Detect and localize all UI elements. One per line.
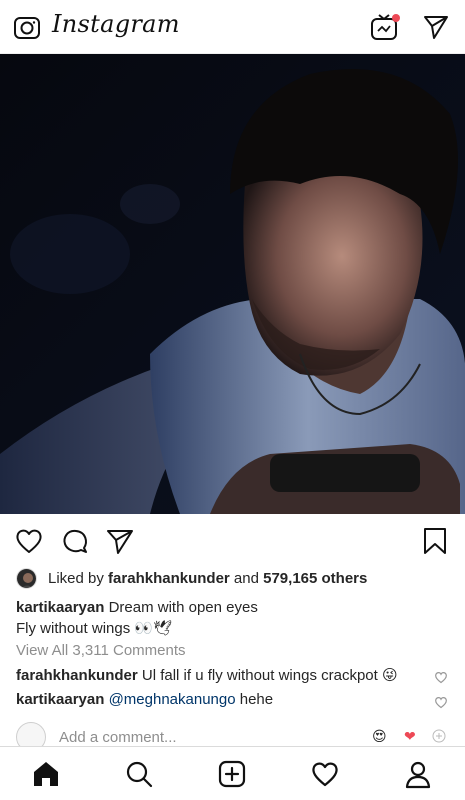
heart-icon[interactable] bbox=[14, 526, 44, 556]
notification-dot bbox=[392, 14, 400, 22]
paper-plane-icon[interactable] bbox=[422, 13, 450, 41]
comment-mention[interactable]: @meghnakanungo bbox=[109, 691, 236, 708]
likes-count-link[interactable]: 579,165 others bbox=[263, 570, 367, 587]
bottom-tab-bar bbox=[0, 746, 465, 800]
like-comment-icon[interactable] bbox=[434, 670, 448, 684]
comment-username[interactable]: farahkhankunder bbox=[16, 667, 138, 684]
caption-username[interactable]: kartikaaryan bbox=[16, 599, 104, 616]
share-icon[interactable] bbox=[105, 526, 135, 556]
likes-text: Liked by farahkhankunder and 579,165 oth… bbox=[48, 570, 368, 587]
post-actions bbox=[0, 514, 465, 566]
igtv-icon[interactable] bbox=[368, 12, 402, 42]
post-caption: kartikaaryan Dream with open eyes Fly wi… bbox=[16, 597, 456, 639]
comment-row: kartikaaryan @meghnakanungo hehe bbox=[16, 691, 456, 711]
comment-row: farahkhankunder Ul fall if u fly without… bbox=[16, 666, 456, 686]
comment-emoji: 😜 bbox=[381, 667, 398, 684]
comment-icon[interactable] bbox=[60, 526, 90, 556]
activity-icon[interactable] bbox=[310, 759, 340, 789]
likes-row: Liked by farahkhankunder and 579,165 oth… bbox=[16, 567, 456, 591]
new-post-icon[interactable] bbox=[217, 759, 247, 789]
caption-line-1: Dream with open eyes bbox=[108, 599, 258, 616]
quick-emoji-heart[interactable]: ❤ bbox=[404, 728, 416, 745]
comment-text: hehe bbox=[239, 691, 274, 708]
caption-emoji: 👀🕊 bbox=[134, 620, 173, 637]
post-photo[interactable] bbox=[0, 54, 465, 514]
app-logo[interactable]: Instagram bbox=[52, 10, 180, 38]
avatar[interactable] bbox=[16, 568, 37, 589]
profile-icon[interactable] bbox=[403, 759, 433, 789]
comment-username[interactable]: kartikaaryan bbox=[16, 691, 104, 708]
comment-text: Ul fall if u fly without wings crackpot bbox=[141, 667, 378, 684]
home-icon[interactable] bbox=[31, 759, 61, 789]
add-comment-input[interactable]: Add a comment... bbox=[59, 729, 177, 746]
camera-icon[interactable] bbox=[12, 12, 42, 42]
liked-by-user-link[interactable]: farahkhankunder bbox=[108, 570, 230, 587]
top-bar: Instagram bbox=[0, 0, 465, 54]
plus-circle-icon[interactable] bbox=[432, 729, 446, 743]
quick-emoji-heart-eyes[interactable]: 😍 bbox=[372, 728, 387, 745]
bookmark-icon[interactable] bbox=[420, 526, 450, 556]
view-all-comments-link[interactable]: View All 3,311 Comments bbox=[16, 642, 186, 659]
caption-line-2: Fly without wings bbox=[16, 620, 131, 637]
search-icon[interactable] bbox=[124, 759, 154, 789]
photo-image bbox=[0, 54, 465, 514]
like-comment-icon[interactable] bbox=[434, 695, 448, 709]
